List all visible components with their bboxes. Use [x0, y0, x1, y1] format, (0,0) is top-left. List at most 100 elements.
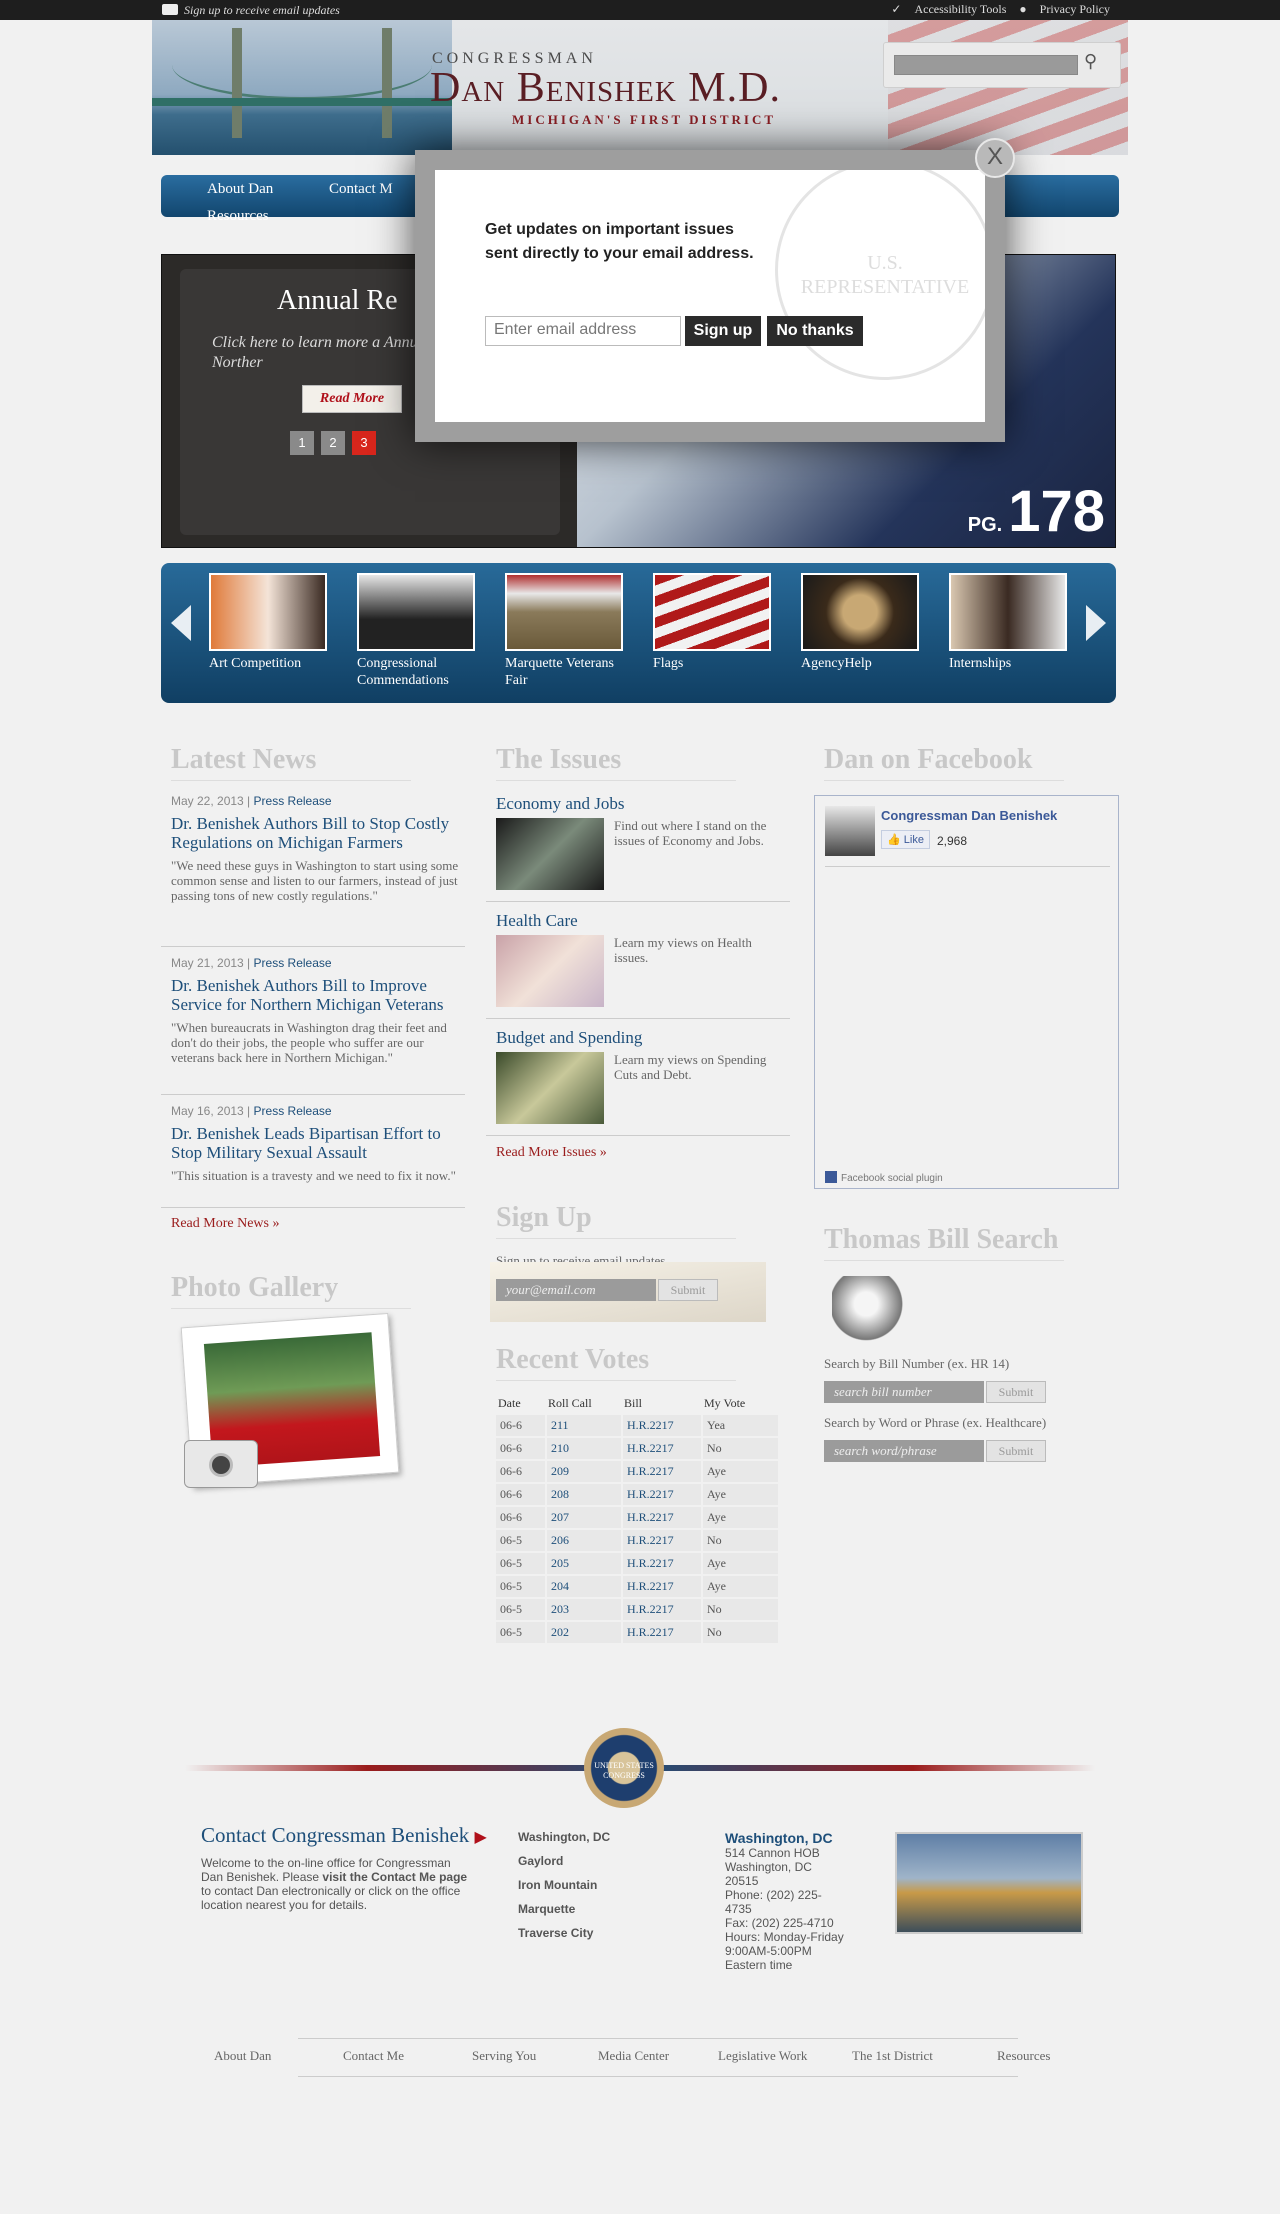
- vote-roll-call-link[interactable]: 206: [546, 1529, 623, 1553]
- news-type-link[interactable]: Press Release: [254, 1104, 332, 1118]
- news-type-link[interactable]: Press Release: [254, 794, 332, 808]
- issue-desc: Find out where I stand on the issues of …: [614, 818, 767, 848]
- vote-value: No: [702, 1437, 780, 1461]
- vote-bill-link[interactable]: H.R.2217: [622, 1506, 703, 1530]
- nav-resources[interactable]: Resources: [207, 208, 269, 225]
- news-type-link[interactable]: Press Release: [254, 956, 332, 970]
- carousel-item-commendations[interactable]: Congressional Commendations: [357, 573, 475, 689]
- issue-title[interactable]: Budget and Spending: [496, 1028, 786, 1048]
- vote-roll-call-link[interactable]: 204: [546, 1575, 623, 1599]
- issue-title[interactable]: Health Care: [496, 911, 786, 931]
- vote-bill-link[interactable]: H.R.2217: [622, 1483, 703, 1507]
- read-more-issues-link[interactable]: Read More Issues »: [496, 1145, 607, 1161]
- carousel-item-veterans-fair[interactable]: Marquette Veterans Fair: [505, 573, 623, 689]
- camera-icon: [184, 1440, 258, 1488]
- email-signup-link[interactable]: Sign up to receive email updates: [162, 3, 340, 18]
- modal-email-input[interactable]: Enter email address: [485, 316, 681, 346]
- footer-nav-about[interactable]: About Dan: [214, 2048, 271, 2064]
- location-iron-mountain[interactable]: Iron Mountain: [518, 1878, 597, 1892]
- issue-item[interactable]: Budget and Spending Learn my views on Sp…: [496, 1028, 786, 1124]
- bill-word-input[interactable]: search word/phrase: [824, 1440, 984, 1462]
- vote-bill-link[interactable]: H.R.2217: [622, 1529, 703, 1553]
- read-more-news-link[interactable]: Read More News »: [171, 1216, 279, 1232]
- carousel-thumb: [505, 573, 623, 651]
- vote-roll-call-link[interactable]: 209: [546, 1460, 623, 1484]
- accessibility-link[interactable]: ✓ Accessibility Tools: [891, 2, 1006, 16]
- vote-date: 06-5: [496, 1621, 547, 1645]
- issue-title[interactable]: Economy and Jobs: [496, 794, 786, 814]
- issue-item[interactable]: Economy and Jobs Find out where I stand …: [496, 794, 786, 890]
- location-washington[interactable]: Washington, DC: [518, 1830, 610, 1844]
- modal-close-icon[interactable]: X: [975, 138, 1015, 178]
- footer-nav-resources[interactable]: Resources: [997, 2048, 1050, 2064]
- issues-heading: The Issues: [496, 744, 736, 781]
- footer-nav-district[interactable]: The 1st District: [852, 2048, 933, 2064]
- vote-roll-call-link[interactable]: 203: [546, 1598, 623, 1622]
- vote-roll-call-link[interactable]: 205: [546, 1552, 623, 1576]
- slide-dot-1[interactable]: 1: [290, 431, 314, 455]
- nav-about-dan[interactable]: About Dan: [207, 181, 273, 198]
- pg-label: PG.: [967, 514, 1003, 536]
- news-title[interactable]: Dr. Benishek Authors Bill to Stop Costly…: [171, 814, 461, 852]
- facebook-like-button[interactable]: 👍 Like: [881, 830, 930, 849]
- site-logo-name[interactable]: Dan Benishek M.D.: [430, 64, 781, 112]
- signup-submit-button[interactable]: Submit: [658, 1279, 718, 1301]
- news-item: May 16, 2013 | Press Release Dr. Benishe…: [171, 1104, 461, 1183]
- carousel-item-flags[interactable]: Flags: [653, 573, 771, 672]
- facebook-plugin-footer: Facebook social plugin: [825, 1171, 943, 1184]
- slide-read-more-button[interactable]: Read More: [302, 385, 402, 413]
- modal-no-thanks-button[interactable]: No thanks: [767, 316, 863, 346]
- slide-dot-2[interactable]: 2: [321, 431, 345, 455]
- search-input[interactable]: [894, 55, 1078, 75]
- search-icon[interactable]: ⚲: [1084, 51, 1097, 72]
- carousel-item-agencyhelp[interactable]: AgencyHelp: [801, 573, 919, 672]
- contact-me-link[interactable]: visit the Contact Me page: [322, 1870, 467, 1884]
- vote-bill-link[interactable]: H.R.2217: [622, 1552, 703, 1576]
- nav-contact[interactable]: Contact M: [329, 181, 393, 198]
- carousel-item-internships[interactable]: Internships: [949, 573, 1067, 672]
- news-meta: May 21, 2013 | Press Release: [171, 956, 332, 970]
- vote-bill-link[interactable]: H.R.2217: [622, 1415, 703, 1438]
- vote-roll-call-link[interactable]: 202: [546, 1621, 623, 1645]
- vote-bill-link[interactable]: H.R.2217: [622, 1598, 703, 1622]
- carousel-prev-arrow-icon[interactable]: [171, 605, 191, 641]
- vote-bill-link[interactable]: H.R.2217: [622, 1460, 703, 1484]
- footer-nav-legislative[interactable]: Legislative Work: [718, 2048, 807, 2064]
- issue-thumb: [496, 818, 604, 890]
- vote-value: No: [702, 1621, 780, 1645]
- accessibility-label: Accessibility Tools: [914, 2, 1007, 16]
- footer-nav-contact[interactable]: Contact Me: [343, 2048, 404, 2064]
- location-traverse-city[interactable]: Traverse City: [518, 1926, 593, 1940]
- location-gaylord[interactable]: Gaylord: [518, 1854, 563, 1868]
- vote-roll-call-link[interactable]: 210: [546, 1437, 623, 1461]
- bill-word-submit-button[interactable]: Submit: [986, 1440, 1046, 1462]
- vote-roll-call-link[interactable]: 207: [546, 1506, 623, 1530]
- slide-dot-3[interactable]: 3: [352, 431, 376, 455]
- location-marquette[interactable]: Marquette: [518, 1902, 575, 1916]
- footer-nav-media[interactable]: Media Center: [598, 2048, 669, 2064]
- vote-roll-call-link[interactable]: 211: [546, 1415, 623, 1438]
- issue-item[interactable]: Health Care Learn my views on Health iss…: [496, 911, 786, 1007]
- privacy-link[interactable]: ● Privacy Policy: [1019, 2, 1110, 16]
- vote-bill-link[interactable]: H.R.2217: [622, 1437, 703, 1461]
- congress-seal: UNITED STATES CONGRESS: [584, 1728, 664, 1808]
- facebook-avatar[interactable]: [825, 806, 875, 856]
- footer-nav-serving[interactable]: Serving You: [472, 2048, 536, 2064]
- news-quote: "When bureaucrats in Washington drag the…: [171, 1020, 447, 1065]
- vote-bill-link[interactable]: H.R.2217: [622, 1575, 703, 1599]
- recent-votes-table: Date Roll Call Bill My Vote 06-6 211 H.R.2…: [496, 1394, 780, 1645]
- vote-row: 06-5 202 H.R.2217 No: [496, 1621, 780, 1645]
- bill-number-input[interactable]: search bill number: [824, 1381, 984, 1403]
- modal-signup-button[interactable]: Sign up: [685, 316, 761, 346]
- carousel-next-arrow-icon[interactable]: [1086, 605, 1106, 641]
- news-title[interactable]: Dr. Benishek Leads Bipartisan Effort to …: [171, 1124, 461, 1162]
- bill-number-submit-button[interactable]: Submit: [986, 1381, 1046, 1403]
- vote-bill-link[interactable]: H.R.2217: [622, 1621, 703, 1645]
- news-title[interactable]: Dr. Benishek Authors Bill to Improve Ser…: [171, 976, 461, 1014]
- signup-email-input[interactable]: your@email.com: [496, 1279, 656, 1301]
- carousel-item-art-competition[interactable]: Art Competition: [209, 573, 327, 672]
- jefferson-portrait: [832, 1276, 908, 1346]
- facebook-page-name[interactable]: Congressman Dan Benishek: [881, 808, 1057, 823]
- vote-roll-call-link[interactable]: 208: [546, 1483, 623, 1507]
- email-signup-label: Sign up to receive email updates: [184, 3, 340, 17]
